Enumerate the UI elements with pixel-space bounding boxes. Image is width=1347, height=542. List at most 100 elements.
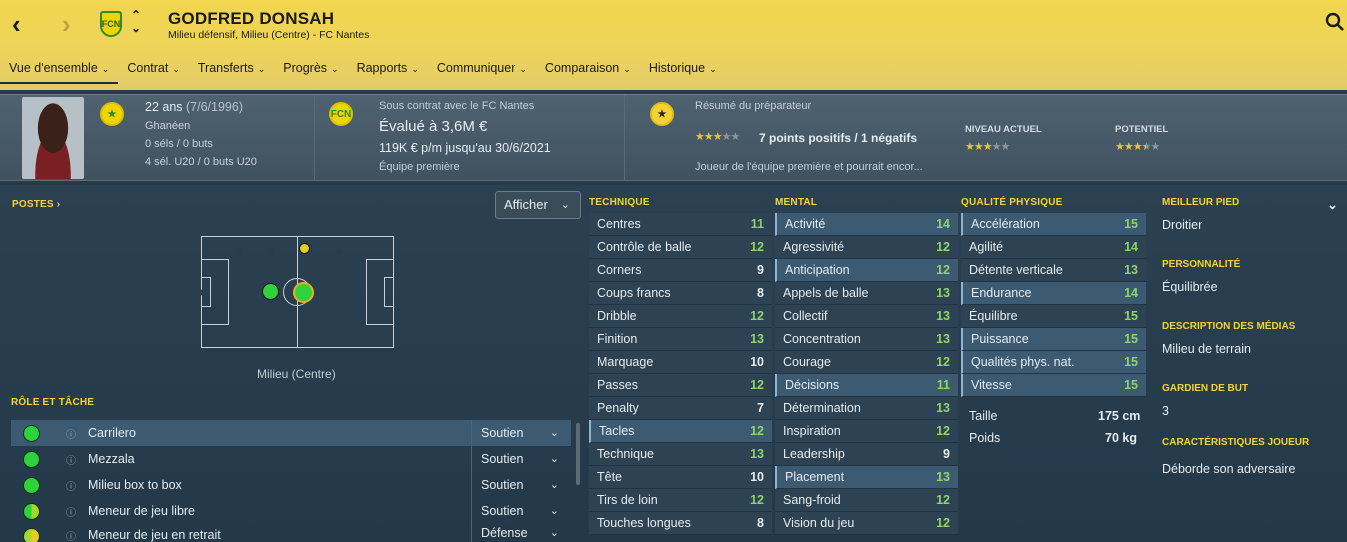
position-dot-empty xyxy=(268,330,275,337)
attribute-name: Touches longues xyxy=(597,516,691,530)
search-icon[interactable] xyxy=(1325,12,1345,32)
attribute-row[interactable]: Corners 9 xyxy=(589,259,772,282)
info-icon[interactable]: ⓘ xyxy=(66,528,76,542)
attribute-row[interactable]: Détermination 13 xyxy=(775,397,958,420)
player-traits-value[interactable]: Déborde son adversaire xyxy=(1162,462,1309,476)
attribute-row[interactable]: Finition 13 xyxy=(589,328,772,351)
attribute-name: Collectif xyxy=(783,309,828,323)
info-icon[interactable]: ⓘ xyxy=(66,504,76,519)
duty-dropdown[interactable]: Soutien ⌄ xyxy=(471,420,571,446)
club-crest[interactable]: FCN xyxy=(100,11,122,37)
role-row[interactable]: ⓘ Meneur de jeu en retrait Défense ⌄ xyxy=(11,524,571,542)
attribute-row[interactable]: Placement 13 xyxy=(775,466,958,489)
attribute-name: Anticipation xyxy=(785,263,850,277)
duty-dropdown[interactable]: Soutien ⌄ xyxy=(471,498,571,524)
attribute-value: 15 xyxy=(1124,355,1138,369)
report-points[interactable]: 7 points positifs / 1 négatifs xyxy=(759,131,917,145)
attribute-row[interactable]: Tirs de loin 12 xyxy=(589,489,772,512)
position-dot-empty xyxy=(336,289,343,296)
attribute-row[interactable]: Centres 11 xyxy=(589,213,772,236)
position-dot-secondary[interactable] xyxy=(299,243,310,254)
attribute-row[interactable]: Tacles 12 xyxy=(589,420,772,443)
duty-dropdown[interactable]: Soutien ⌄ xyxy=(471,446,571,472)
positions-label[interactable]: POSTES › xyxy=(12,199,60,210)
info-icon[interactable]: ⓘ xyxy=(66,426,76,441)
chevron-right-icon[interactable]: › xyxy=(62,10,71,38)
attribute-row[interactable]: Puissance 15 xyxy=(961,328,1146,351)
info-icon[interactable]: ⓘ xyxy=(66,452,76,467)
attribute-row[interactable]: Leadership 9 xyxy=(775,443,958,466)
attribute-row[interactable]: Tête 10 xyxy=(589,466,772,489)
menu-transfers[interactable]: Transferts ⌄ xyxy=(189,60,274,84)
role-name: Carrilero xyxy=(88,426,136,440)
attribute-name: Leadership xyxy=(783,447,845,461)
attribute-row[interactable]: Anticipation 12 xyxy=(775,259,958,282)
attribute-row[interactable]: Accélération 15 xyxy=(961,213,1146,236)
attribute-row[interactable]: Marquage 10 xyxy=(589,351,772,374)
attribute-row[interactable]: Collectif 13 xyxy=(775,305,958,328)
attribute-row[interactable]: Appels de balle 13 xyxy=(775,282,958,305)
attribute-value: 13 xyxy=(750,447,764,461)
attribute-row[interactable]: Contrôle de balle 12 xyxy=(589,236,772,259)
role-name: Meneur de jeu en retrait xyxy=(88,528,221,542)
attribute-row[interactable]: Agilité 14 xyxy=(961,236,1146,259)
wage: 119K € p/m jusqu'au 30/6/2021 xyxy=(379,141,551,155)
info-icon[interactable]: ⓘ xyxy=(66,478,76,493)
attribute-name: Courage xyxy=(783,355,831,369)
attribute-row[interactable]: Activité 14 xyxy=(775,213,958,236)
menu-contract[interactable]: Contrat ⌄ xyxy=(118,60,189,84)
attribute-row[interactable]: Touches longues 8 xyxy=(589,512,772,535)
menu-overview[interactable]: Vue d'ensemble ⌄ xyxy=(0,60,119,84)
role-row[interactable]: ⓘ Mezzala Soutien ⌄ xyxy=(11,446,571,472)
squad-status: Équipe première xyxy=(379,161,460,173)
attribute-row[interactable]: Coups francs 8 xyxy=(589,282,772,305)
roles-scrollbar[interactable] xyxy=(576,423,580,485)
chevron-down-icon[interactable]: ⌄ xyxy=(1327,197,1338,213)
attribute-value: 14 xyxy=(936,217,950,231)
attribute-row[interactable]: Inspiration 12 xyxy=(775,420,958,443)
attribute-row[interactable]: Passes 12 xyxy=(589,374,772,397)
attribute-row[interactable]: Détente verticale 13 xyxy=(961,259,1146,282)
duty-dropdown[interactable]: Défense ⌄ xyxy=(471,524,571,542)
menu-communicate[interactable]: Communiquer ⌄ xyxy=(428,60,536,84)
attribute-row[interactable]: Courage 12 xyxy=(775,351,958,374)
attribute-row[interactable]: Penalty 7 xyxy=(589,397,772,420)
chevron-left-icon[interactable]: ‹ xyxy=(12,10,21,38)
chevron-down-icon: ⌄ xyxy=(519,64,527,74)
menu-reports[interactable]: Rapports ⌄ xyxy=(348,60,428,84)
attribute-row[interactable]: Concentration 13 xyxy=(775,328,958,351)
menu-comparison[interactable]: Comparaison ⌄ xyxy=(536,60,640,84)
attribute-row[interactable]: Décisions 11 xyxy=(775,374,958,397)
duty-dropdown[interactable]: Soutien ⌄ xyxy=(471,472,571,498)
player-subtitle[interactable]: Milieu défensif, Milieu (Centre) - FC Na… xyxy=(168,29,369,41)
attribute-value: 12 xyxy=(936,355,950,369)
position-dot-defensive-mid[interactable] xyxy=(262,283,279,300)
attribute-row[interactable]: Technique 13 xyxy=(589,443,772,466)
attribute-name: Marquage xyxy=(597,355,654,369)
show-dropdown[interactable]: Afficher ⌄ xyxy=(495,191,581,219)
attribute-name: Tête xyxy=(597,470,623,484)
attribute-name: Agilité xyxy=(969,240,1004,254)
role-row[interactable]: ⓘ Milieu box to box Soutien ⌄ xyxy=(11,472,571,498)
contract-text: Sous contrat avec le FC Nantes xyxy=(379,100,535,112)
attribute-row[interactable]: Vitesse 15 xyxy=(961,374,1146,397)
attribute-row[interactable]: Endurance 14 xyxy=(961,282,1146,305)
position-dot-central-mid[interactable] xyxy=(293,282,314,303)
menu-progress[interactable]: Progrès ⌄ xyxy=(274,60,347,84)
attribute-row[interactable]: Vision du jeu 12 xyxy=(775,512,958,535)
role-row[interactable]: ⓘ Carrilero Soutien ⌄ xyxy=(11,420,571,446)
role-row[interactable]: ⓘ Meneur de jeu libre Soutien ⌄ xyxy=(11,498,571,524)
attribute-row[interactable]: Équilibre 15 xyxy=(961,305,1146,328)
chevron-down-icon[interactable]: ⌄ xyxy=(131,22,141,35)
attribute-row[interactable]: Sang-froid 12 xyxy=(775,489,958,512)
attribute-row[interactable]: Agressivité 12 xyxy=(775,236,958,259)
attribute-value: 12 xyxy=(750,493,764,507)
menu-history[interactable]: Historique ⌄ xyxy=(640,60,726,84)
player-switch[interactable]: ⌃ ⌄ xyxy=(131,9,141,35)
personality-value: Équilibrée xyxy=(1162,280,1218,294)
attribute-row[interactable]: Qualités phys. nat. 15 xyxy=(961,351,1146,374)
chevron-down-icon: ⌄ xyxy=(549,505,559,517)
media-description-label: DESCRIPTION DES MÉDIAS xyxy=(1162,321,1296,332)
best-foot-label: MEILLEUR PIED xyxy=(1162,197,1240,208)
attribute-row[interactable]: Dribble 12 xyxy=(589,305,772,328)
